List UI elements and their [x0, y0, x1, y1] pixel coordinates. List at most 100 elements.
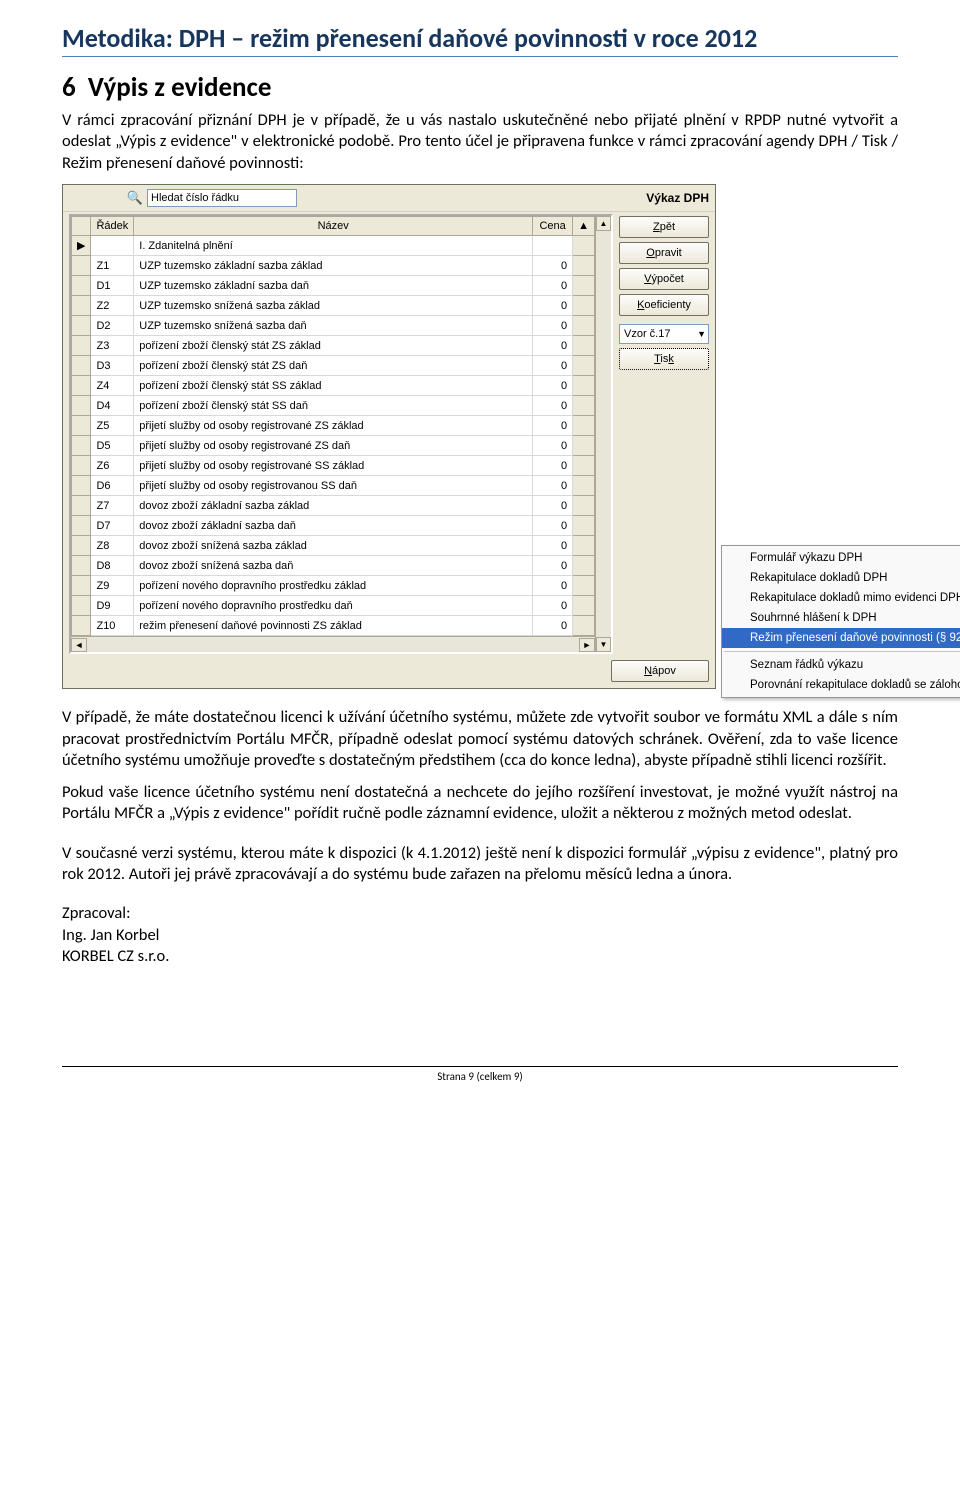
cell-cena: 0: [533, 376, 573, 396]
col-radek[interactable]: Řádek: [91, 217, 134, 236]
table-row[interactable]: D1UZP tuzemsko základní sazba daň0: [72, 276, 595, 296]
cell-pad: [573, 596, 595, 616]
edit-button[interactable]: Opravit: [619, 242, 709, 264]
table-row[interactable]: D9pořízení nového dopravního prostředku …: [72, 596, 595, 616]
signoff-company: KORBEL CZ s.r.o.: [62, 946, 169, 966]
cell-name: UZP tuzemsko základní sazba daň: [134, 276, 533, 296]
binoculars-icon[interactable]: 🔍: [126, 190, 144, 206]
section-number: 6: [62, 71, 76, 104]
cell-name: přijetí služby od osoby registrované SS …: [134, 456, 533, 476]
table-row[interactable]: Z4pořízení zboží členský stát SS základ0: [72, 376, 595, 396]
cell-code: D9: [91, 596, 134, 616]
table-row[interactable]: Z9pořízení nového dopravního prostředku …: [72, 576, 595, 596]
table-row[interactable]: Z1UZP tuzemsko základní sazba základ0: [72, 256, 595, 276]
cell-cena: 0: [533, 476, 573, 496]
menu-item-form[interactable]: Formulář výkazu DPH: [722, 548, 960, 568]
cell-cena: 0: [533, 296, 573, 316]
row-marker: [72, 396, 91, 416]
paragraph-2: V případě, že máte dostatečnou licenci k…: [62, 707, 898, 771]
back-button[interactable]: Zpět: [619, 216, 709, 238]
menu-item-compare[interactable]: Porovnání rekapitulace dokladů se záloho…: [722, 675, 960, 695]
cell-cena: 0: [533, 276, 573, 296]
menu-item-reverse-charge[interactable]: Režim přenesení daňové povinnosti (§ 92a…: [722, 628, 960, 648]
search-input[interactable]: [147, 189, 297, 207]
row-marker: [72, 376, 91, 396]
help-button[interactable]: Nápov: [611, 660, 709, 682]
table-row[interactable]: Z5přijetí služby od osoby registrované Z…: [72, 416, 595, 436]
table-row[interactable]: D3pořízení zboží členský stát ZS daň0: [72, 356, 595, 376]
col-extra[interactable]: ▲: [573, 217, 595, 236]
cell-cena: 0: [533, 256, 573, 276]
col-marker[interactable]: [72, 217, 91, 236]
scroll-right-icon[interactable]: ►: [579, 638, 595, 652]
cell-name: přijetí služby od osoby registrované ZS …: [134, 416, 533, 436]
col-cena[interactable]: Cena: [533, 217, 573, 236]
cell-pad: [573, 556, 595, 576]
menu-item-recap-out[interactable]: Rekapitulace dokladů mimo evidenci DPH: [722, 588, 960, 608]
table-row[interactable]: Z7dovoz zboží základní sazba základ0: [72, 496, 595, 516]
scroll-down-icon[interactable]: ▼: [596, 637, 611, 652]
cell-pad: [573, 456, 595, 476]
table-row[interactable]: ▶I. Zdanitelná plnění: [72, 236, 595, 256]
scroll-up-icon[interactable]: ▲: [596, 216, 611, 231]
cell-cena: 0: [533, 556, 573, 576]
cell-code: D2: [91, 316, 134, 336]
cell-code: Z10: [91, 616, 134, 636]
table-row[interactable]: D2UZP tuzemsko snížená sazba daň0: [72, 316, 595, 336]
table-row[interactable]: Z8dovoz zboží snížená sazba základ0: [72, 536, 595, 556]
paragraph-3: Pokud vaše licence účetního systému není…: [62, 782, 898, 825]
cell-cena: 0: [533, 416, 573, 436]
print-button[interactable]: Tisk: [619, 348, 709, 370]
table-row[interactable]: Z2UZP tuzemsko snížená sazba základ0: [72, 296, 595, 316]
cell-cena: 0: [533, 516, 573, 536]
cell-pad: [573, 276, 595, 296]
cell-pad: [573, 576, 595, 596]
cell-cena: 0: [533, 336, 573, 356]
cell-name: UZP tuzemsko snížená sazba základ: [134, 296, 533, 316]
cell-pad: [573, 436, 595, 456]
table-row[interactable]: Z3pořízení zboží členský stát ZS základ0: [72, 336, 595, 356]
cell-pad: [573, 416, 595, 436]
cell-name: pořízení nového dopravního prostředku da…: [134, 596, 533, 616]
cell-code: D8: [91, 556, 134, 576]
cell-code: Z8: [91, 536, 134, 556]
cell-pad: [573, 536, 595, 556]
table-row[interactable]: D6přijetí služby od osoby registrovanou …: [72, 476, 595, 496]
cell-name: pořízení zboží členský stát SS základ: [134, 376, 533, 396]
menu-item-recap[interactable]: Rekapitulace dokladů DPH: [722, 568, 960, 588]
table-row[interactable]: Z10režim přenesení daňové povinnosti ZS …: [72, 616, 595, 636]
table-row[interactable]: D7dovoz zboží základní sazba daň0: [72, 516, 595, 536]
row-marker: [72, 356, 91, 376]
cell-cena: 0: [533, 496, 573, 516]
cell-code: D6: [91, 476, 134, 496]
signoff-label: Zpracoval:: [62, 903, 131, 923]
cell-pad: [573, 396, 595, 416]
row-marker: [72, 616, 91, 636]
table-row[interactable]: D4pořízení zboží členský stát SS daň0: [72, 396, 595, 416]
table-row[interactable]: D8dovoz zboží snížená sazba daň0: [72, 556, 595, 576]
horizontal-scrollbar[interactable]: ◄ ►: [71, 636, 595, 652]
cell-code: Z6: [91, 456, 134, 476]
cell-name: pořízení zboží členský stát ZS daň: [134, 356, 533, 376]
pattern-select[interactable]: Vzor č.17 ▼: [619, 324, 709, 344]
cell-name: dovoz zboží základní sazba základ: [134, 496, 533, 516]
col-nazev[interactable]: Název: [134, 217, 533, 236]
section-heading: 6 Výpis z evidence: [62, 71, 898, 104]
cell-pad: [573, 356, 595, 376]
document-title: Metodika: DPH – režim přenesení daňové p…: [62, 22, 898, 57]
table-row[interactable]: Z6přijetí služby od osoby registrované S…: [72, 456, 595, 476]
menu-item-rowlist[interactable]: Seznam řádků výkazu: [722, 655, 960, 675]
coef-button[interactable]: Koeficienty: [619, 294, 709, 316]
calc-button[interactable]: Výpočet: [619, 268, 709, 290]
row-marker: [72, 516, 91, 536]
row-marker: [72, 436, 91, 456]
vertical-scrollbar[interactable]: ▲ ▼: [595, 216, 611, 652]
cell-code: D3: [91, 356, 134, 376]
data-grid[interactable]: ŘádekNázevCena▲▶I. Zdanitelná plněníZ1UZ…: [69, 214, 613, 654]
cell-pad: [573, 376, 595, 396]
signoff-name: Ing. Jan Korbel: [62, 925, 159, 945]
scroll-left-icon[interactable]: ◄: [71, 638, 87, 652]
cell-code: D5: [91, 436, 134, 456]
table-row[interactable]: D5přijetí služby od osoby registrované Z…: [72, 436, 595, 456]
menu-item-summary[interactable]: Souhrnné hlášení k DPH: [722, 608, 960, 628]
